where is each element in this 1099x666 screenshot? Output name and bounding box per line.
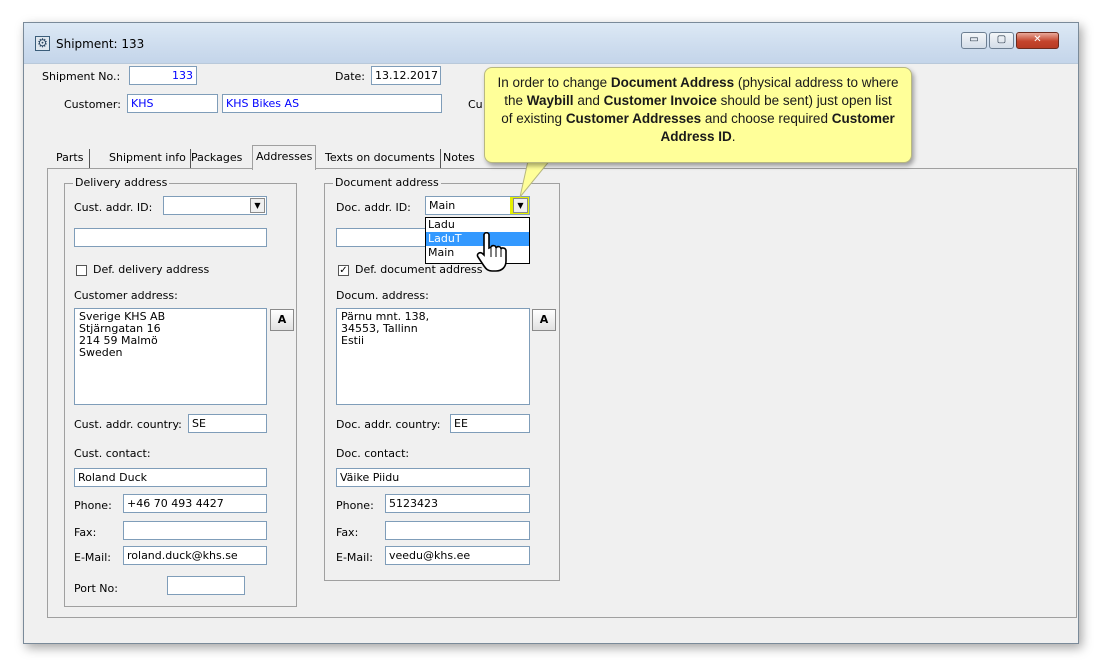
callout-bold-term: Document Address <box>610 75 735 90</box>
chevron-down-icon[interactable]: ▼ <box>250 198 265 213</box>
tab-texts-on-documents[interactable]: Texts on documents <box>325 149 441 169</box>
dropdown-option-ladu[interactable]: Ladu <box>426 218 529 232</box>
customer-label: Customer: <box>64 98 121 111</box>
tab-shipment-info[interactable]: Shipment info <box>109 149 191 169</box>
callout-bold-term: Customer Addresses <box>565 111 702 126</box>
shipment-app-icon: ⚙ <box>35 36 50 51</box>
callout-bold-term: Waybill <box>526 93 574 108</box>
instruction-callout: In order to change Document Address (phy… <box>484 67 912 163</box>
hand-pointer-icon <box>476 231 507 272</box>
def-document-checkbox[interactable]: ✓ <box>338 265 349 276</box>
cust-addr-country-field[interactable]: SE <box>188 414 267 433</box>
doc-addr-country-label: Doc. addr. country: <box>336 418 441 431</box>
delivery-email-field[interactable]: roland.duck@khs.se <box>123 546 267 565</box>
date-field[interactable]: 13.12.2017 <box>371 66 441 85</box>
customer-name-field[interactable]: KHS Bikes AS <box>222 94 442 113</box>
callout-text: In order to change Document Address (phy… <box>498 75 899 144</box>
shipment-no-label: Shipment No.: <box>42 70 121 83</box>
tab-parts[interactable]: Parts <box>56 149 91 169</box>
customer-address-label: Customer address: <box>74 289 178 302</box>
doc-addr-id-value: Main <box>429 199 456 212</box>
cust-contact-label: Cust. contact: <box>74 447 151 460</box>
delivery-fax-label: Fax: <box>74 526 97 539</box>
def-document-label: Def. document address <box>355 263 483 276</box>
document-group-title: Document address <box>333 176 441 189</box>
cust-addr-id-combo[interactable]: ▼ <box>163 196 267 215</box>
tab-notes[interactable]: Notes <box>443 149 475 169</box>
date-label: Date: <box>335 70 365 83</box>
delivery-phone-label: Phone: <box>74 499 112 512</box>
delivery-group-title: Delivery address <box>73 176 170 189</box>
document-email-label: E-Mail: <box>336 551 373 564</box>
callout-text-run: . <box>731 129 736 144</box>
title-bar[interactable]: ⚙ Shipment: 133 ▭ ▢ ✕ <box>24 23 1078 64</box>
minimize-button[interactable]: ▭ <box>961 32 987 49</box>
doc-addr-id-label: Doc. addr. ID: <box>336 201 411 214</box>
tab-addresses[interactable]: Addresses <box>252 145 317 170</box>
cust-contact-field[interactable]: Roland Duck <box>74 468 267 487</box>
document-fax-label: Fax: <box>336 526 359 539</box>
close-button[interactable]: ✕ <box>1016 32 1059 49</box>
document-phone-label: Phone: <box>336 499 374 512</box>
maximize-button[interactable]: ▢ <box>989 32 1014 49</box>
doc-contact-label: Doc. contact: <box>336 447 410 460</box>
customer-address-textarea[interactable]: Sverige KHS AB Stjärngatan 16 214 59 Mal… <box>74 308 267 405</box>
def-delivery-checkbox[interactable] <box>76 265 87 276</box>
document-address-label: Docum. address: <box>336 289 429 302</box>
document-email-field[interactable]: veedu@khs.ee <box>385 546 530 565</box>
cust-addr-country-label: Cust. addr. country: <box>74 418 182 431</box>
tab-packages[interactable]: Packages <box>191 149 242 169</box>
callout-text-run: In order to change <box>497 75 611 90</box>
port-no-label: Port No: <box>74 582 118 595</box>
document-fax-field[interactable] <box>385 521 530 540</box>
document-address-a-button[interactable]: A <box>532 309 556 331</box>
doc-contact-field[interactable]: Väike Piidu <box>336 468 530 487</box>
delivery-phone-field[interactable]: +46 70 493 4427 <box>123 494 267 513</box>
delivery-email-label: E-Mail: <box>74 551 111 564</box>
cust-addr-id-label: Cust. addr. ID: <box>74 201 153 214</box>
window-title: Shipment: 133 <box>56 37 145 51</box>
callout-text-run: and <box>573 93 604 108</box>
document-address-textarea[interactable]: Pärnu mnt. 138, 34553, Tallinn Estii <box>336 308 530 405</box>
callout-text-run: and choose required <box>701 111 832 126</box>
customer-code-field[interactable]: KHS <box>127 94 218 113</box>
cu-label: Cu <box>468 98 483 111</box>
document-phone-field[interactable]: 5123423 <box>385 494 530 513</box>
delivery-fax-field[interactable] <box>123 521 267 540</box>
delivery-address-a-button[interactable]: A <box>270 309 294 331</box>
delivery-name-field[interactable] <box>74 228 267 247</box>
shipment-no-field[interactable]: 133 <box>129 66 197 85</box>
callout-bold-term: Customer Invoice <box>603 93 717 108</box>
port-no-field[interactable] <box>167 576 245 595</box>
def-delivery-label: Def. delivery address <box>93 263 210 276</box>
doc-addr-country-field[interactable]: EE <box>450 414 530 433</box>
